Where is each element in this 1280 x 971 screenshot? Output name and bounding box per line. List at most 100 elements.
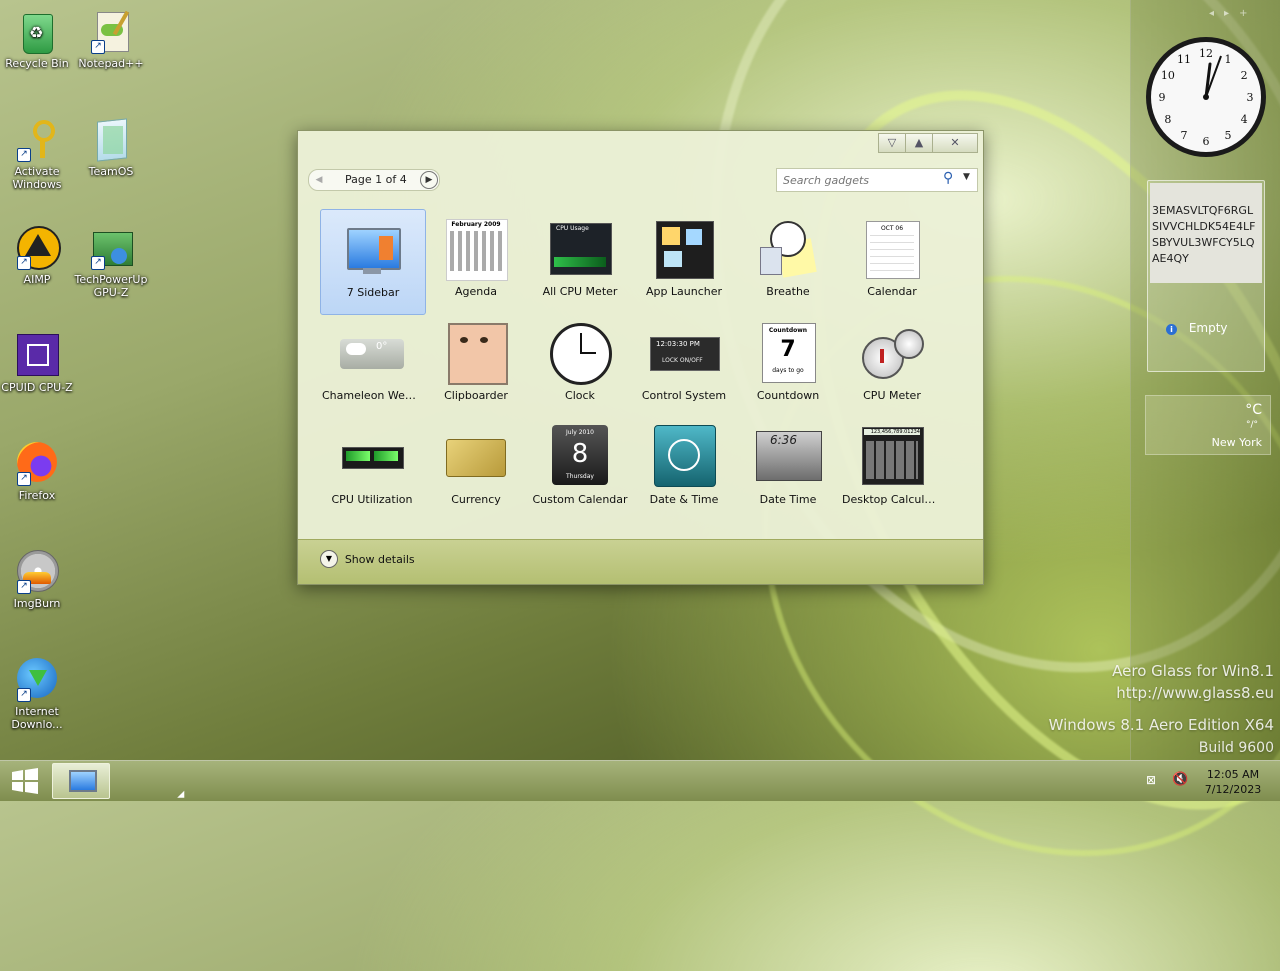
gpuz-icon: ↗ bbox=[89, 226, 133, 270]
firefox-icon: ↗ bbox=[15, 442, 59, 486]
gadget-agenda[interactable]: February 2009 Agenda bbox=[424, 209, 528, 313]
clock-numeral: 7 bbox=[1181, 129, 1188, 142]
desktop-icon-notepadpp[interactable]: ↗ Notepad++ bbox=[74, 10, 148, 70]
taskbar-gadgets-button[interactable] bbox=[52, 763, 110, 799]
gadget-cpu-meter[interactable]: CPU Meter bbox=[840, 313, 944, 417]
shortcut-arrow-icon: ↗ bbox=[17, 580, 31, 594]
desktop-icon-label: Notepad++ bbox=[78, 57, 144, 70]
sidebar-nav: ◂▸+ bbox=[1209, 8, 1257, 19]
desktop-icon-label: TeamOS bbox=[88, 165, 134, 178]
breathe-thumbnail-icon bbox=[756, 217, 820, 281]
gadgets-app-icon bbox=[69, 770, 97, 792]
gadget-7-sidebar[interactable]: 7 Sidebar bbox=[320, 209, 426, 315]
desktop-icon-teamos[interactable]: TeamOS bbox=[74, 118, 148, 178]
feed-status: i Empty bbox=[1166, 321, 1228, 335]
shortcut-arrow-icon: ↗ bbox=[17, 688, 31, 702]
cpuz-icon bbox=[15, 334, 59, 378]
close-button[interactable]: ✕ bbox=[932, 133, 978, 153]
clock-numeral: 3 bbox=[1247, 91, 1254, 104]
gadget-date-and-time[interactable]: Date & Time bbox=[632, 417, 736, 521]
gadget-date-time[interactable]: 6:36 Date Time bbox=[736, 417, 840, 521]
clock-numeral: 8 bbox=[1164, 113, 1171, 126]
app-launcher-thumbnail-icon bbox=[652, 217, 716, 281]
control-system-thumbnail-icon: 12:03:30 PM LOCK ON/OFF bbox=[650, 321, 720, 385]
gadget-all-cpu-meter[interactable]: CPU Usage All CPU Meter bbox=[528, 209, 632, 313]
recycle-bin-icon: ♻ bbox=[15, 10, 59, 54]
volume-muted-icon[interactable]: 🔇 bbox=[1172, 772, 1188, 787]
desktop-icon-cpuz[interactable]: CPUID CPU-Z bbox=[0, 334, 74, 394]
gadget-grid: 7 Sidebar February 2009 Agenda CPU Usage… bbox=[301, 201, 981, 539]
weather-thumbnail-icon: 0° bbox=[340, 321, 404, 385]
desktop-icon-aimp[interactable]: ↗ AIMP bbox=[0, 226, 74, 286]
gadget-gallery-window: ▽ ▲ ✕ ◀ Page 1 of 4 ▶ ⚲ ▼ 7 Sidebar Febr… bbox=[297, 130, 984, 585]
sidebar-next-icon[interactable]: ▸ bbox=[1224, 8, 1239, 19]
collapse-button[interactable]: ▲ bbox=[905, 133, 933, 153]
sidebar-clock[interactable]: 12 12 3 45 6 78 9 1011 bbox=[1143, 34, 1269, 160]
calendar-thumbnail-icon: OCT 06 bbox=[860, 217, 924, 281]
clock-numeral: 1 bbox=[1225, 53, 1232, 66]
page-navigator: ◀ Page 1 of 4 ▶ bbox=[308, 169, 440, 191]
gadget-chameleon-weather[interactable]: 0° Chameleon Weat... bbox=[320, 313, 424, 417]
search-dropdown-icon[interactable]: ▼ bbox=[963, 172, 970, 182]
clipboarder-thumbnail-icon bbox=[444, 321, 508, 385]
sidebar-prev-icon[interactable]: ◂ bbox=[1209, 8, 1224, 19]
watermark-line-1: Aero Glass for Win8.1 bbox=[1112, 662, 1274, 680]
agenda-thumbnail-icon: February 2009 bbox=[444, 217, 508, 281]
notepadpp-icon: ↗ bbox=[89, 10, 133, 54]
cpu-utilization-thumbnail-icon bbox=[340, 425, 404, 489]
network-status-icon[interactable]: ⊠ bbox=[1146, 773, 1156, 787]
clock-numeral: 6 bbox=[1203, 135, 1210, 148]
desktop-icon-gpuz[interactable]: ↗ TechPowerUp GPU-Z bbox=[74, 226, 148, 299]
currency-thumbnail-icon bbox=[444, 425, 508, 489]
folder-icon bbox=[89, 118, 133, 162]
notes-gadget[interactable]: 3EMASVLTQF6RGLSIVVCHLDK54E4LFSBYVUL3WFCY… bbox=[1147, 180, 1265, 372]
desktop-icon-idm[interactable]: ↗ Internet Downlo... bbox=[0, 658, 74, 731]
details-bar: ▼ Show details bbox=[298, 539, 983, 584]
gadget-app-launcher[interactable]: App Launcher bbox=[632, 209, 736, 313]
desktop-icon-firefox[interactable]: ↗ Firefox bbox=[0, 442, 74, 502]
gadget-countdown[interactable]: Countdown 7 days to go Countdown bbox=[736, 313, 840, 417]
gadget-clock[interactable]: Clock bbox=[528, 313, 632, 417]
desktop-icon-label: AIMP bbox=[23, 273, 51, 286]
internet-download-manager-icon: ↗ bbox=[15, 658, 59, 702]
cpu-gauge-thumbnail-icon bbox=[860, 321, 924, 385]
countdown-thumbnail-icon: Countdown 7 days to go bbox=[756, 321, 820, 385]
monitor-icon bbox=[341, 218, 405, 282]
shortcut-arrow-icon: ↗ bbox=[17, 472, 31, 486]
desktop-icon-activate-windows[interactable]: ↗ Activate Windows bbox=[0, 118, 74, 191]
calculator-thumbnail-icon: 123,456,789.01234 bbox=[860, 425, 924, 489]
search-icon[interactable]: ⚲ bbox=[943, 170, 953, 186]
shortcut-arrow-icon: ↗ bbox=[17, 148, 31, 162]
key-icon: ↗ bbox=[15, 118, 59, 162]
desktop-icon-label: Internet Downlo... bbox=[11, 705, 63, 731]
disc-icon: ↗ bbox=[15, 550, 59, 594]
gadget-desktop-calculator[interactable]: 123,456,789.01234 Desktop Calculator bbox=[840, 417, 944, 521]
search-input[interactable] bbox=[781, 171, 935, 189]
gadget-cpu-utilization[interactable]: CPU Utilization bbox=[320, 417, 424, 521]
sidebar: ◂▸+ 12 1 2 3 4 5 6 7 8 9 10 11 3EMASVLTQF6RGLSIVVCH… bbox=[1130, 0, 1280, 760]
show-details-button[interactable]: ▼ Show details bbox=[320, 550, 415, 570]
options-dropdown-button[interactable]: ▽ bbox=[878, 133, 906, 153]
page-label: Page 1 of 4 bbox=[345, 173, 407, 186]
sidebar-add-icon[interactable]: + bbox=[1239, 8, 1257, 19]
desktop-icon-imgburn[interactable]: ↗ ImgBurn bbox=[0, 550, 74, 610]
start-button[interactable] bbox=[6, 766, 44, 796]
desktop-icon-recycle-bin[interactable]: ♻ Recycle Bin bbox=[0, 10, 74, 70]
gadget-custom-calendar[interactable]: July 2010 8 Thursday Custom Calendar bbox=[528, 417, 632, 521]
digital-clock-thumbnail-icon: 6:36 bbox=[756, 425, 822, 489]
prev-page-button[interactable]: ◀ bbox=[310, 171, 328, 189]
gadget-control-system[interactable]: 12:03:30 PM LOCK ON/OFF Control System bbox=[632, 313, 736, 417]
gadget-clipboarder[interactable]: Clipboarder bbox=[424, 313, 528, 417]
desktop-icon-label: CPUID CPU-Z bbox=[1, 381, 73, 394]
shortcut-arrow-icon: ↗ bbox=[91, 256, 105, 270]
next-page-button[interactable]: ▶ bbox=[420, 171, 438, 189]
desktop-icon-label: TechPowerUp GPU-Z bbox=[74, 273, 148, 299]
clock-numeral: 5 bbox=[1225, 129, 1232, 142]
gadget-breathe[interactable]: Breathe bbox=[736, 209, 840, 313]
gadget-currency[interactable]: Currency bbox=[424, 417, 528, 521]
gadget-calendar[interactable]: OCT 06 Calendar bbox=[840, 209, 944, 313]
cpu-meter-thumbnail-icon: CPU Usage bbox=[548, 217, 612, 281]
weather-gadget[interactable]: °C °/° New York bbox=[1145, 395, 1271, 455]
desktop-icon-label: ImgBurn bbox=[13, 597, 61, 610]
tray-clock[interactable]: 12:05 AM 7/12/2023 bbox=[1196, 767, 1270, 797]
